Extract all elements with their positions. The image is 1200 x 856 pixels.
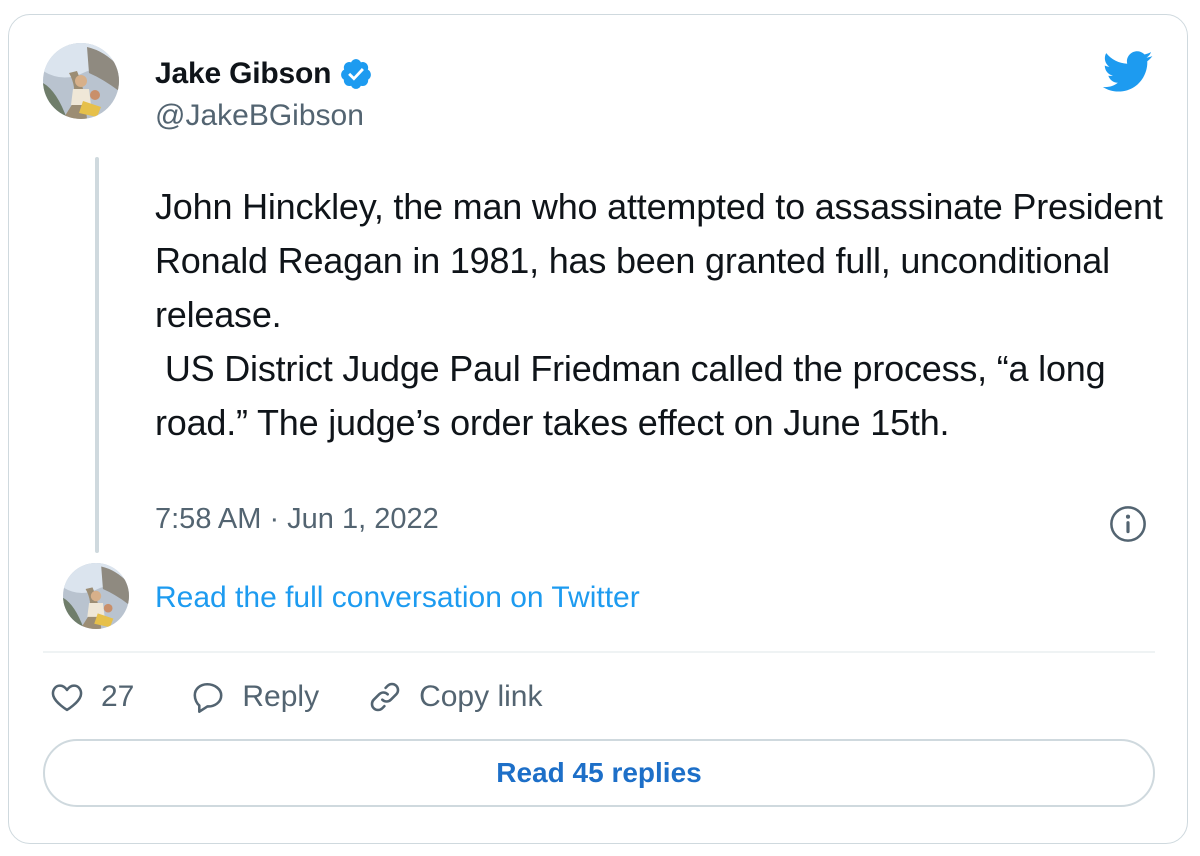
info-icon[interactable] [1109,505,1147,543]
speech-bubble-icon [193,682,223,713]
tweet-text: John Hinckley, the man who attempted to … [155,186,1163,443]
author-avatar[interactable] [43,43,119,119]
twitter-bird-icon[interactable] [1102,51,1154,93]
tweet-timestamp[interactable]: 7:58 AM · Jun 1, 2022 [155,503,439,536]
heart-icon [51,684,83,712]
copy-link-label: Copy link [419,680,543,713]
link-icon [370,682,400,712]
tweet-card: Jake Gibson @JakeBGibson John Hinckley, … [8,14,1188,844]
copy-link-button[interactable]: Copy link [367,679,542,715]
avatar-photo [43,43,119,119]
read-full-conversation-link[interactable]: Read the full conversation on Twitter [155,581,640,615]
like-button[interactable]: 27 [49,679,134,715]
reply-label: Reply [242,680,320,713]
action-bar: 27 Reply Copy link [49,675,542,719]
avatar-photo [63,563,129,629]
thread-line [95,157,99,553]
like-count: 27 [101,680,135,713]
author-name-row: Jake Gibson [155,57,373,91]
author-name[interactable]: Jake Gibson [155,57,331,91]
divider [43,651,1155,653]
reply-button[interactable]: Reply [190,679,319,715]
verified-badge-icon [341,59,372,89]
author-handle[interactable]: @JakeBGibson [155,99,364,133]
conversation-avatar [63,563,129,629]
read-replies-button[interactable]: Read 45 replies [43,739,1155,807]
